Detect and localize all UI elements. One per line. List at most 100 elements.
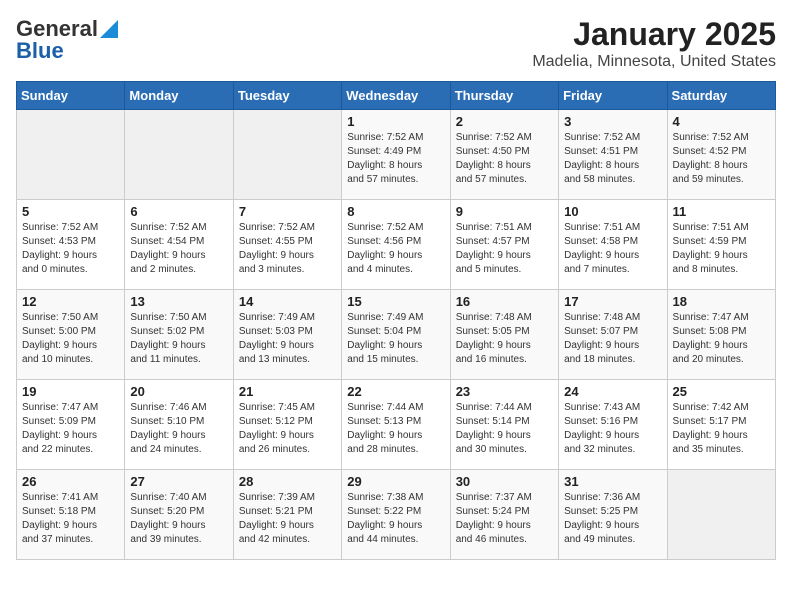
day-info: Sunrise: 7:36 AM Sunset: 5:25 PM Dayligh… <box>564 491 661 547</box>
calendar-week-1: 1Sunrise: 7:52 AM Sunset: 4:49 PM Daylig… <box>17 110 776 200</box>
day-info: Sunrise: 7:52 AM Sunset: 4:52 PM Dayligh… <box>673 131 770 187</box>
day-number: 1 <box>347 114 444 129</box>
calendar-cell: 9 Sunrise: 7:51 AM Sunset: 4:57 PM Daylig… <box>450 200 558 290</box>
day-number: 15 <box>347 294 444 309</box>
calendar-week-4: 19 Sunrise: 7:47 AM Sunset: 5:09 PM Dayli… <box>17 380 776 470</box>
calendar-header-row: SundayMondayTuesdayWednesdayThursdayFrid… <box>17 82 776 110</box>
weekday-header-wednesday: Wednesday <box>342 82 450 110</box>
calendar-table: SundayMondayTuesdayWednesdayThursdayFrid… <box>16 81 776 560</box>
calendar-cell: 4 Sunrise: 7:52 AM Sunset: 4:52 PM Daylig… <box>667 110 775 200</box>
day-info: Sunrise: 7:38 AM Sunset: 5:22 PM Dayligh… <box>347 491 444 547</box>
weekday-header-sunday: Sunday <box>17 82 125 110</box>
calendar-cell <box>667 470 775 560</box>
day-number: 19 <box>22 384 119 399</box>
day-number: 11 <box>673 204 770 219</box>
day-info: Sunrise: 7:52 AM Sunset: 4:56 PM Dayligh… <box>347 221 444 277</box>
day-number: 27 <box>130 474 227 489</box>
day-number: 26 <box>22 474 119 489</box>
calendar-cell: 5 Sunrise: 7:52 AM Sunset: 4:53 PM Daylig… <box>17 200 125 290</box>
day-number: 5 <box>22 204 119 219</box>
day-number: 6 <box>130 204 227 219</box>
logo: General Blue <box>16 16 118 64</box>
weekday-header-tuesday: Tuesday <box>233 82 341 110</box>
calendar-cell: 19 Sunrise: 7:47 AM Sunset: 5:09 PM Dayli… <box>17 380 125 470</box>
calendar-cell: 24Sunrise: 7:43 AM Sunset: 5:16 PM Dayli… <box>559 380 667 470</box>
day-number: 22 <box>347 384 444 399</box>
calendar-cell: 10 Sunrise: 7:51 AM Sunset: 4:58 PM Dayli… <box>559 200 667 290</box>
page-subtitle: Madelia, Minnesota, United States <box>532 53 776 71</box>
day-info: Sunrise: 7:50 AM Sunset: 5:02 PM Dayligh… <box>130 311 227 367</box>
calendar-week-5: 26 Sunrise: 7:41 AM Sunset: 5:18 PM Dayli… <box>17 470 776 560</box>
day-number: 28 <box>239 474 336 489</box>
calendar-cell: 23Sunrise: 7:44 AM Sunset: 5:14 PM Dayli… <box>450 380 558 470</box>
calendar-cell: 15Sunrise: 7:49 AM Sunset: 5:04 PM Dayli… <box>342 290 450 380</box>
day-number: 29 <box>347 474 444 489</box>
calendar-cell: 1Sunrise: 7:52 AM Sunset: 4:49 PM Daylig… <box>342 110 450 200</box>
day-number: 18 <box>673 294 770 309</box>
day-number: 7 <box>239 204 336 219</box>
calendar-week-2: 5 Sunrise: 7:52 AM Sunset: 4:53 PM Daylig… <box>17 200 776 290</box>
day-info: Sunrise: 7:52 AM Sunset: 4:55 PM Dayligh… <box>239 221 336 277</box>
calendar-cell: 31 Sunrise: 7:36 AM Sunset: 5:25 PM Dayli… <box>559 470 667 560</box>
weekday-header-friday: Friday <box>559 82 667 110</box>
weekday-header-thursday: Thursday <box>450 82 558 110</box>
day-number: 3 <box>564 114 661 129</box>
calendar-cell: 7 Sunrise: 7:52 AM Sunset: 4:55 PM Daylig… <box>233 200 341 290</box>
day-number: 10 <box>564 204 661 219</box>
day-info: Sunrise: 7:52 AM Sunset: 4:54 PM Dayligh… <box>130 221 227 277</box>
day-info: Sunrise: 7:51 AM Sunset: 4:59 PM Dayligh… <box>673 221 770 277</box>
calendar-cell: 6 Sunrise: 7:52 AM Sunset: 4:54 PM Daylig… <box>125 200 233 290</box>
day-number: 13 <box>130 294 227 309</box>
logo-blue-text: Blue <box>16 38 64 64</box>
day-info: Sunrise: 7:50 AM Sunset: 5:00 PM Dayligh… <box>22 311 119 367</box>
day-info: Sunrise: 7:47 AM Sunset: 5:08 PM Dayligh… <box>673 311 770 367</box>
day-info: Sunrise: 7:42 AM Sunset: 5:17 PM Dayligh… <box>673 401 770 457</box>
day-number: 4 <box>673 114 770 129</box>
title-block: January 2025 Madelia, Minnesota, United … <box>532 16 776 71</box>
day-info: Sunrise: 7:37 AM Sunset: 5:24 PM Dayligh… <box>456 491 553 547</box>
calendar-cell <box>125 110 233 200</box>
day-info: Sunrise: 7:45 AM Sunset: 5:12 PM Dayligh… <box>239 401 336 457</box>
day-number: 20 <box>130 384 227 399</box>
calendar-week-3: 12 Sunrise: 7:50 AM Sunset: 5:00 PM Dayli… <box>17 290 776 380</box>
calendar-cell <box>233 110 341 200</box>
calendar-cell: 13 Sunrise: 7:50 AM Sunset: 5:02 PM Dayli… <box>125 290 233 380</box>
day-info: Sunrise: 7:41 AM Sunset: 5:18 PM Dayligh… <box>22 491 119 547</box>
day-number: 12 <box>22 294 119 309</box>
day-number: 17 <box>564 294 661 309</box>
calendar-cell: 20Sunrise: 7:46 AM Sunset: 5:10 PM Dayli… <box>125 380 233 470</box>
day-info: Sunrise: 7:47 AM Sunset: 5:09 PM Dayligh… <box>22 401 119 457</box>
calendar-cell: 27 Sunrise: 7:40 AM Sunset: 5:20 PM Dayli… <box>125 470 233 560</box>
day-info: Sunrise: 7:48 AM Sunset: 5:05 PM Dayligh… <box>456 311 553 367</box>
day-info: Sunrise: 7:49 AM Sunset: 5:03 PM Dayligh… <box>239 311 336 367</box>
calendar-cell: 18 Sunrise: 7:47 AM Sunset: 5:08 PM Dayli… <box>667 290 775 380</box>
day-info: Sunrise: 7:52 AM Sunset: 4:53 PM Dayligh… <box>22 221 119 277</box>
calendar-cell: 21 Sunrise: 7:45 AM Sunset: 5:12 PM Dayli… <box>233 380 341 470</box>
day-info: Sunrise: 7:51 AM Sunset: 4:58 PM Dayligh… <box>564 221 661 277</box>
day-number: 31 <box>564 474 661 489</box>
day-info: Sunrise: 7:51 AM Sunset: 4:57 PM Dayligh… <box>456 221 553 277</box>
day-number: 24 <box>564 384 661 399</box>
weekday-header-saturday: Saturday <box>667 82 775 110</box>
day-info: Sunrise: 7:52 AM Sunset: 4:50 PM Dayligh… <box>456 131 553 187</box>
calendar-cell: 26 Sunrise: 7:41 AM Sunset: 5:18 PM Dayli… <box>17 470 125 560</box>
day-number: 14 <box>239 294 336 309</box>
calendar-cell: 17Sunrise: 7:48 AM Sunset: 5:07 PM Dayli… <box>559 290 667 380</box>
calendar-cell: 11 Sunrise: 7:51 AM Sunset: 4:59 PM Dayli… <box>667 200 775 290</box>
calendar-cell: 14 Sunrise: 7:49 AM Sunset: 5:03 PM Dayli… <box>233 290 341 380</box>
day-number: 25 <box>673 384 770 399</box>
logo-arrow-icon <box>100 20 118 38</box>
calendar-cell: 12 Sunrise: 7:50 AM Sunset: 5:00 PM Dayli… <box>17 290 125 380</box>
calendar-cell: 22Sunrise: 7:44 AM Sunset: 5:13 PM Dayli… <box>342 380 450 470</box>
calendar-cell: 28 Sunrise: 7:39 AM Sunset: 5:21 PM Dayli… <box>233 470 341 560</box>
calendar-cell: 30Sunrise: 7:37 AM Sunset: 5:24 PM Dayli… <box>450 470 558 560</box>
day-info: Sunrise: 7:52 AM Sunset: 4:51 PM Dayligh… <box>564 131 661 187</box>
day-number: 21 <box>239 384 336 399</box>
day-number: 9 <box>456 204 553 219</box>
day-info: Sunrise: 7:39 AM Sunset: 5:21 PM Dayligh… <box>239 491 336 547</box>
calendar-cell: 25 Sunrise: 7:42 AM Sunset: 5:17 PM Dayli… <box>667 380 775 470</box>
calendar-cell: 16 Sunrise: 7:48 AM Sunset: 5:05 PM Dayli… <box>450 290 558 380</box>
calendar-cell <box>17 110 125 200</box>
day-info: Sunrise: 7:40 AM Sunset: 5:20 PM Dayligh… <box>130 491 227 547</box>
day-number: 16 <box>456 294 553 309</box>
